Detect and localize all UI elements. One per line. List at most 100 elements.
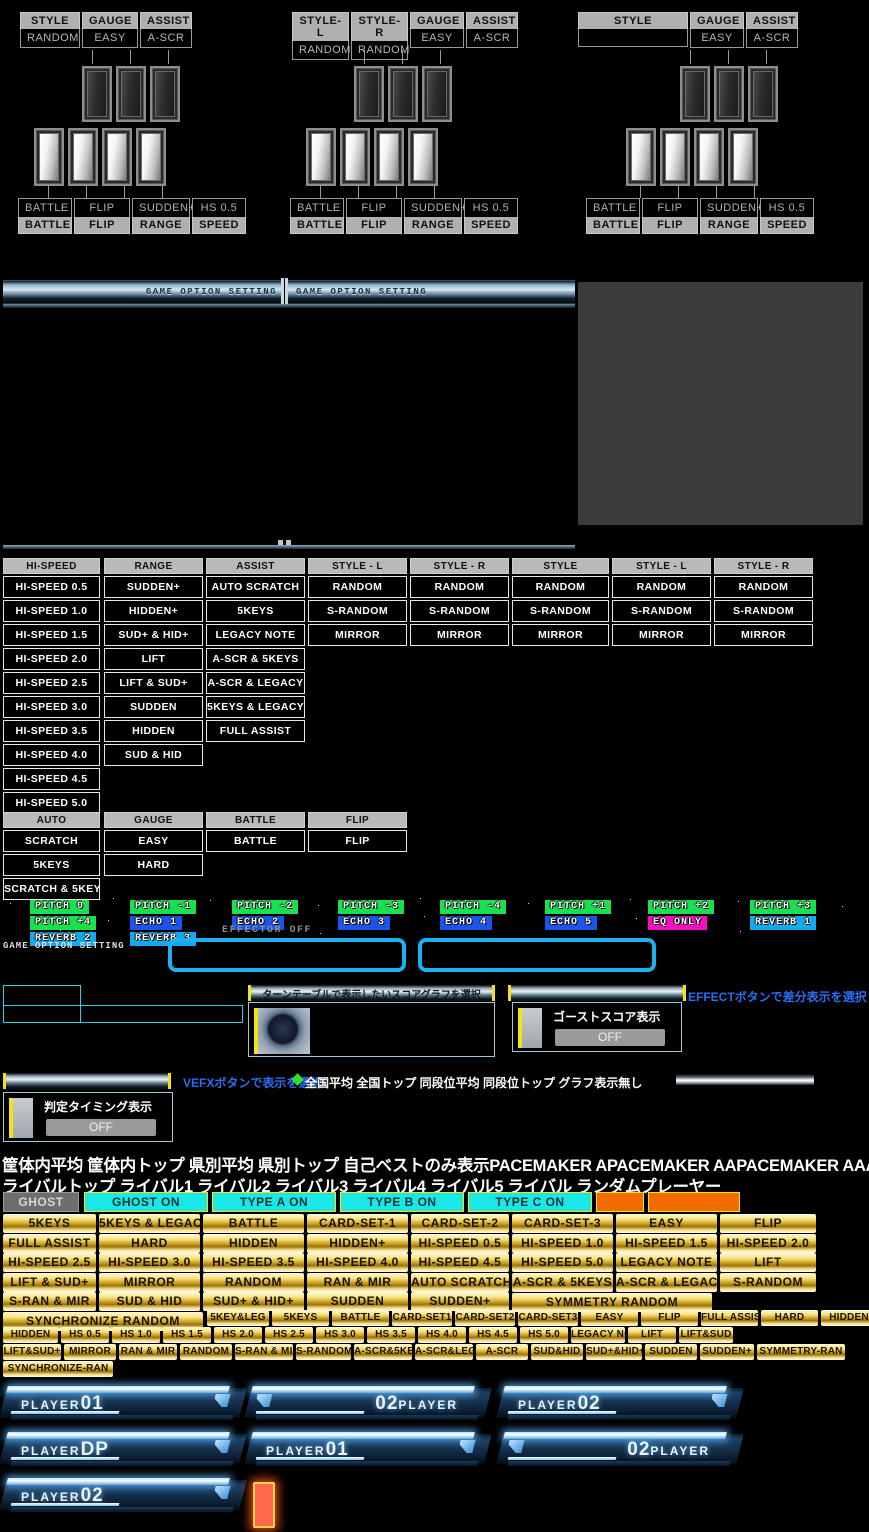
table-cell[interactable]: HI-SPEED 2.5 [3, 672, 100, 694]
yellow-option-pill[interactable]: HI-SPEED 1.0 [512, 1233, 613, 1253]
deck-2p-footer-value[interactable]: HS 0.5 [760, 198, 814, 217]
yellow-small-chip[interactable]: HS 3.5 [367, 1327, 415, 1343]
yellow-small-chip[interactable]: SUDDEN [645, 1344, 697, 1360]
player-dp-left[interactable]: PLAYERDP [0, 1428, 247, 1472]
player-01-left[interactable]: PLAYER01 [0, 1382, 247, 1426]
yellow-option-pill[interactable]: HIDDEN+ [307, 1233, 408, 1253]
yellow-option-pill[interactable]: HI-SPEED 4.5 [411, 1253, 509, 1273]
yellow-small-chip[interactable]: LIFT [628, 1327, 676, 1343]
deck-2p-footer-value[interactable]: SUDDEN+ [700, 198, 763, 217]
table-cell[interactable]: LEGACY NOTE [206, 624, 305, 646]
yellow-option-pill[interactable]: HI-SPEED 2.5 [3, 1253, 96, 1273]
table-cell[interactable]: AUTO SCRATCH [206, 576, 305, 598]
deck-1p-dp-footer-value[interactable]: BATTLE [290, 198, 344, 217]
yellow-option-pill[interactable]: SUDDEN+ [411, 1292, 509, 1312]
yellow-small-chip[interactable]: HS 3.0 [316, 1327, 364, 1343]
table-cell-wide[interactable]: SYNCHRONIZE RANDOM [308, 644, 509, 662]
table-cell[interactable]: HI-SPEED 1.0 [3, 600, 100, 622]
knob-light[interactable] [68, 128, 98, 186]
yellow-small-chip[interactable]: RAN & MIR [119, 1344, 177, 1360]
yellow-small-chip[interactable]: EASY [581, 1310, 638, 1326]
player-01-mid[interactable]: PLAYER01 [244, 1428, 492, 1472]
yellow-option-pill[interactable]: FULL ASSIST [3, 1233, 96, 1253]
yellow-small-chip[interactable]: HS 2.0 [214, 1327, 262, 1343]
yellow-small-chip[interactable]: S-RAN & MIR [235, 1344, 293, 1360]
table2-cell[interactable]: HARD [104, 854, 203, 876]
deck-1p-dp-footer-value[interactable]: FLIP [346, 198, 402, 217]
yellow-option-pill[interactable]: A-SCR & 5KEYS [512, 1272, 613, 1292]
turntable-dialog-body[interactable] [248, 1002, 495, 1057]
knob-light[interactable] [34, 128, 64, 186]
knob-dark[interactable] [748, 66, 778, 122]
table2-cell[interactable]: SCRATCH [3, 830, 100, 852]
yellow-option-pill[interactable]: AUTO SCRATCH [411, 1272, 509, 1292]
effector-badge-second[interactable]: ECHO 3 [338, 916, 391, 930]
yellow-small-chip[interactable]: RANDOM [180, 1344, 232, 1360]
deck-2p-footer-value[interactable]: BATTLE [586, 198, 640, 217]
table-cell[interactable]: S-RANDOM [308, 600, 407, 622]
table-cell[interactable]: RANDOM [612, 576, 711, 598]
yellow-option-pill[interactable]: CARD-SET-1 [307, 1214, 408, 1233]
knob-dark[interactable] [116, 66, 146, 122]
yellow-small-chip[interactable]: HS 1.5 [163, 1327, 211, 1343]
yellow-option-pill[interactable]: S-RANDOM [720, 1272, 816, 1292]
yellow-small-chip[interactable]: SUD&HID [531, 1344, 583, 1360]
yellow-option-pill[interactable]: HI-SPEED 2.0 [720, 1233, 816, 1253]
table-cell[interactable]: HI-SPEED 5.0 [3, 792, 100, 814]
yellow-option-pill[interactable]: LIFT [720, 1253, 816, 1273]
effector-badge-pitch[interactable]: PITCH -1 [130, 900, 197, 914]
effector-badge-second[interactable]: ECHO 5 [545, 916, 598, 930]
deck-1p-sp-footer-value[interactable]: FLIP [74, 198, 130, 217]
table-cell[interactable]: MIRROR [612, 624, 711, 646]
ghost-chip[interactable] [648, 1192, 740, 1212]
knob-light[interactable] [660, 128, 690, 186]
yellow-small-chip[interactable]: LIFT&SUD [679, 1327, 733, 1343]
table-cell[interactable]: RANDOM [512, 576, 609, 598]
yellow-small-chip[interactable]: SUD+&HID+ [586, 1344, 642, 1360]
table-cell[interactable]: MIRROR [512, 624, 609, 646]
yellow-small-chip[interactable]: S-RANDOM [296, 1344, 351, 1360]
table-cell[interactable]: SUD+ & HID+ [104, 624, 203, 646]
yellow-small-chip[interactable]: CARD-SET3 [518, 1310, 578, 1326]
deck-1p-sp-footer-value[interactable]: HS 0.5 [192, 198, 246, 217]
effector-badge-pitch[interactable]: PITCH -4 [440, 900, 507, 914]
ghost-chip[interactable] [596, 1192, 644, 1212]
ghost-chip[interactable]: TYPE B ON [340, 1192, 464, 1212]
table-cell[interactable]: S-RANDOM [410, 600, 509, 622]
table2-cell[interactable]: FLIP [308, 830, 407, 852]
yellow-option-pill[interactable]: LEGACY NOTE [616, 1253, 717, 1273]
yellow-option-pill[interactable]: 5KEYS [3, 1214, 96, 1233]
table-cell[interactable]: A-SCR & LEGACY [206, 672, 305, 694]
table-cell[interactable]: S-RANDOM [512, 600, 609, 622]
yellow-small-chip[interactable]: LEGACY NOTE [571, 1327, 625, 1343]
knob-dark[interactable] [422, 66, 452, 122]
yellow-option-pill[interactable]: SUD & HID [99, 1292, 200, 1312]
yellow-option-pill[interactable]: HI-SPEED 5.0 [512, 1253, 613, 1273]
yellow-small-chip[interactable]: SYMMETRY-RAN [757, 1344, 845, 1360]
knob-light[interactable] [408, 128, 438, 186]
effector-badge-pitch[interactable]: PITCH -2 [232, 900, 299, 914]
table-cell[interactable]: SUDDEN [104, 696, 203, 718]
table-cell[interactable]: SUD & HID [104, 744, 203, 766]
table-cell[interactable]: HI-SPEED 2.0 [3, 648, 100, 670]
yellow-option-pill[interactable]: HI-SPEED 0.5 [411, 1233, 509, 1253]
deck-1p-sp-header-value[interactable]: A-SCR [140, 29, 192, 48]
yellow-small-chip[interactable]: FULL ASSIST [701, 1310, 758, 1326]
deck-2p-header-value[interactable]: A-SCR [746, 29, 798, 48]
effector-badge-pitch[interactable]: PITCH -3 [338, 900, 405, 914]
table-cell[interactable]: RANDOM [308, 576, 407, 598]
effector-badge-second[interactable]: ECHO 4 [440, 916, 493, 930]
yellow-small-chip[interactable]: 5KEY&LEG [207, 1310, 269, 1326]
ghost-chip[interactable]: TYPE A ON [212, 1192, 336, 1212]
table2-cell[interactable]: EASY [104, 830, 203, 852]
effector-badge-second[interactable]: REVERB 1 [750, 916, 817, 930]
yellow-option-pill[interactable]: HI-SPEED 1.5 [616, 1233, 717, 1253]
table-cell[interactable]: HI-SPEED 4.5 [3, 768, 100, 790]
yellow-option-pill[interactable]: A-SCR & LEGACY [616, 1272, 717, 1292]
yellow-option-pill[interactable]: HI-SPEED 3.0 [99, 1253, 200, 1273]
effector-badge-second[interactable]: EQ ONLY [648, 916, 708, 930]
knob-light[interactable] [136, 128, 166, 186]
table2-cell[interactable]: BATTLE [206, 830, 305, 852]
yellow-option-pill[interactable]: RAN & MIR [307, 1272, 408, 1292]
deck-1p-sp-header-value[interactable]: RANDOM [20, 29, 80, 48]
